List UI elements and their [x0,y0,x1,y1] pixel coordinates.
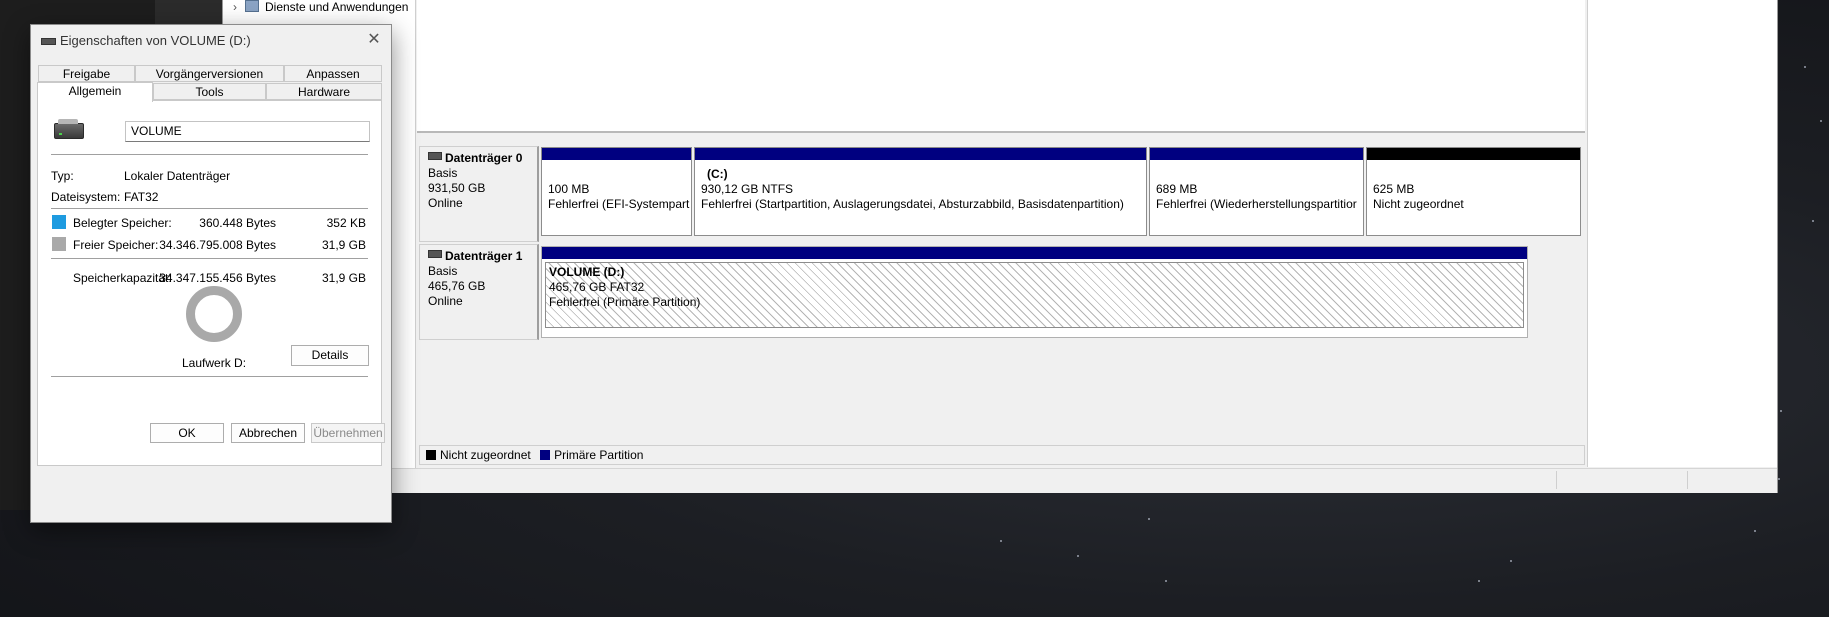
chevron-right-icon[interactable]: › [233,0,237,14]
apply-button[interactable]: Übernehmen [311,423,385,443]
disk-name: Datenträger 0 [445,151,523,165]
properties-dialog: Eigenschaften von VOLUME (D:) ✕ Freigabe… [30,24,392,523]
used-bytes: 360.448 Bytes [199,216,276,230]
drive-icon [54,119,84,139]
partition-status: Fehlerfrei (Primäre Partition) [549,295,701,309]
disk-name: Datenträger 1 [445,249,523,263]
partition-label: (C:) [707,167,728,181]
disk-1-label[interactable]: Datenträger 1 Basis 465,76 GB Online [419,244,539,340]
partition-unallocated[interactable]: 625 MB Nicht zugeordnet [1366,147,1581,236]
tab-freigabe[interactable]: Freigabe [38,65,135,82]
legend-unallocated: Nicht zugeordnet [440,448,531,462]
filesystem-value: FAT32 [124,190,159,204]
tab-tools[interactable]: Tools [153,83,266,100]
details-button[interactable]: Details [291,345,369,366]
free-bytes: 34.346.795.008 Bytes [159,238,276,252]
separator [51,154,368,155]
partition-size: 689 MB [1156,182,1198,196]
partition-volume-d[interactable]: VOLUME (D:) 465,76 GB FAT32 Fehlerfrei (… [541,246,1528,338]
usage-donut-chart [186,286,242,342]
disk-type: Basis [428,166,458,180]
partition-size: 465,76 GB FAT32 [549,280,645,294]
filesystem-label: Dateisystem: [51,190,121,204]
services-icon [245,0,259,12]
disk-size: 465,76 GB [428,279,486,293]
tab-vorgaengerversionen[interactable]: Vorgängerversionen [135,65,284,82]
disk-status: Online [428,294,463,308]
partition-recovery[interactable]: 689 MB Fehlerfrei (Wiederherstellungspar… [1149,147,1364,236]
type-value: Lokaler Datenträger [124,169,231,183]
primary-bar [542,148,691,160]
primary-swatch [540,450,551,460]
free-space-swatch [52,237,66,251]
partition-size: 625 MB [1373,182,1415,196]
capacity-size: 31,9 GB [321,271,366,285]
free-label: Freier Speicher: [73,238,159,252]
capacity-bytes: 34.347.155.456 Bytes [159,271,276,285]
partition-efi[interactable]: 100 MB Fehlerfrei (EFI-Systempart [541,147,692,236]
used-space-swatch [52,215,66,229]
status-segment [1687,471,1688,489]
partition-c[interactable]: (C:) 930,12 GB NTFS Fehlerfrei (Startpar… [694,147,1147,236]
tab-allgemein[interactable]: Allgemein [37,82,153,102]
free-size: 31,9 GB [321,238,366,252]
partition-size: 100 MB [548,182,590,196]
unallocated-swatch [426,450,436,460]
cancel-button[interactable]: Abbrechen [231,423,305,443]
used-size: 352 KB [326,216,366,230]
ok-button[interactable]: OK [150,423,224,443]
separator [51,208,368,209]
disk-icon [428,250,442,258]
partition-status: Fehlerfrei (Startpartition, Auslagerungs… [701,197,1124,211]
tab-anpassen[interactable]: Anpassen [284,65,382,82]
capacity-label: Speicherkapazität: [73,271,172,285]
legend-primary: Primäre Partition [554,448,644,462]
partition-label: VOLUME (D:) [549,265,625,279]
tree-item-services[interactable]: › Dienste und Anwendungen [233,0,408,14]
actions-pane [1587,0,1777,467]
drive-label: Laufwerk D: [182,356,247,370]
used-label: Belegter Speicher: [73,216,172,230]
partition-size: 930,12 GB NTFS [701,182,794,196]
separator [51,376,368,377]
separator [51,258,368,259]
disk-status: Online [428,196,463,210]
primary-bar [695,148,1146,160]
partition-status: Fehlerfrei (EFI-Systempart [548,197,690,211]
drive-icon [41,38,56,45]
legend: Nicht zugeordnet Primäre Partition [419,445,1585,465]
disk-icon [428,152,442,160]
disk-type: Basis [428,264,458,278]
disk-graph-pane: Datenträger 0 Basis 931,50 GB Online 100… [417,138,1585,465]
type-label: Typ: [51,169,74,183]
partition-status: Fehlerfrei (Wiederherstellungspartitior [1156,197,1357,211]
status-segment [1556,471,1557,489]
close-icon[interactable]: ✕ [363,29,385,51]
disk-management-window: › Dienste und Anwendungen Datenträger 0 B… [222,0,1778,493]
disk-0-label[interactable]: Datenträger 0 Basis 931,50 GB Online [419,146,539,242]
volume-list-pane[interactable] [417,0,1585,133]
tab-content-allgemein: VOLUME Typ: Lokaler Datenträger Dateisys… [37,100,382,466]
partition-status: Nicht zugeordnet [1373,197,1464,211]
tree-item-label: Dienste und Anwendungen [265,0,409,14]
dialog-title: Eigenschaften von VOLUME (D:) [60,33,251,48]
primary-bar [542,247,1527,259]
dialog-titlebar[interactable]: Eigenschaften von VOLUME (D:) ✕ [31,25,391,55]
status-bar [223,468,1777,493]
volume-name-input[interactable]: VOLUME [125,121,370,142]
tab-hardware[interactable]: Hardware [266,83,382,100]
primary-bar [1150,148,1363,160]
disk-size: 931,50 GB [428,181,486,195]
unallocated-bar [1367,148,1580,160]
